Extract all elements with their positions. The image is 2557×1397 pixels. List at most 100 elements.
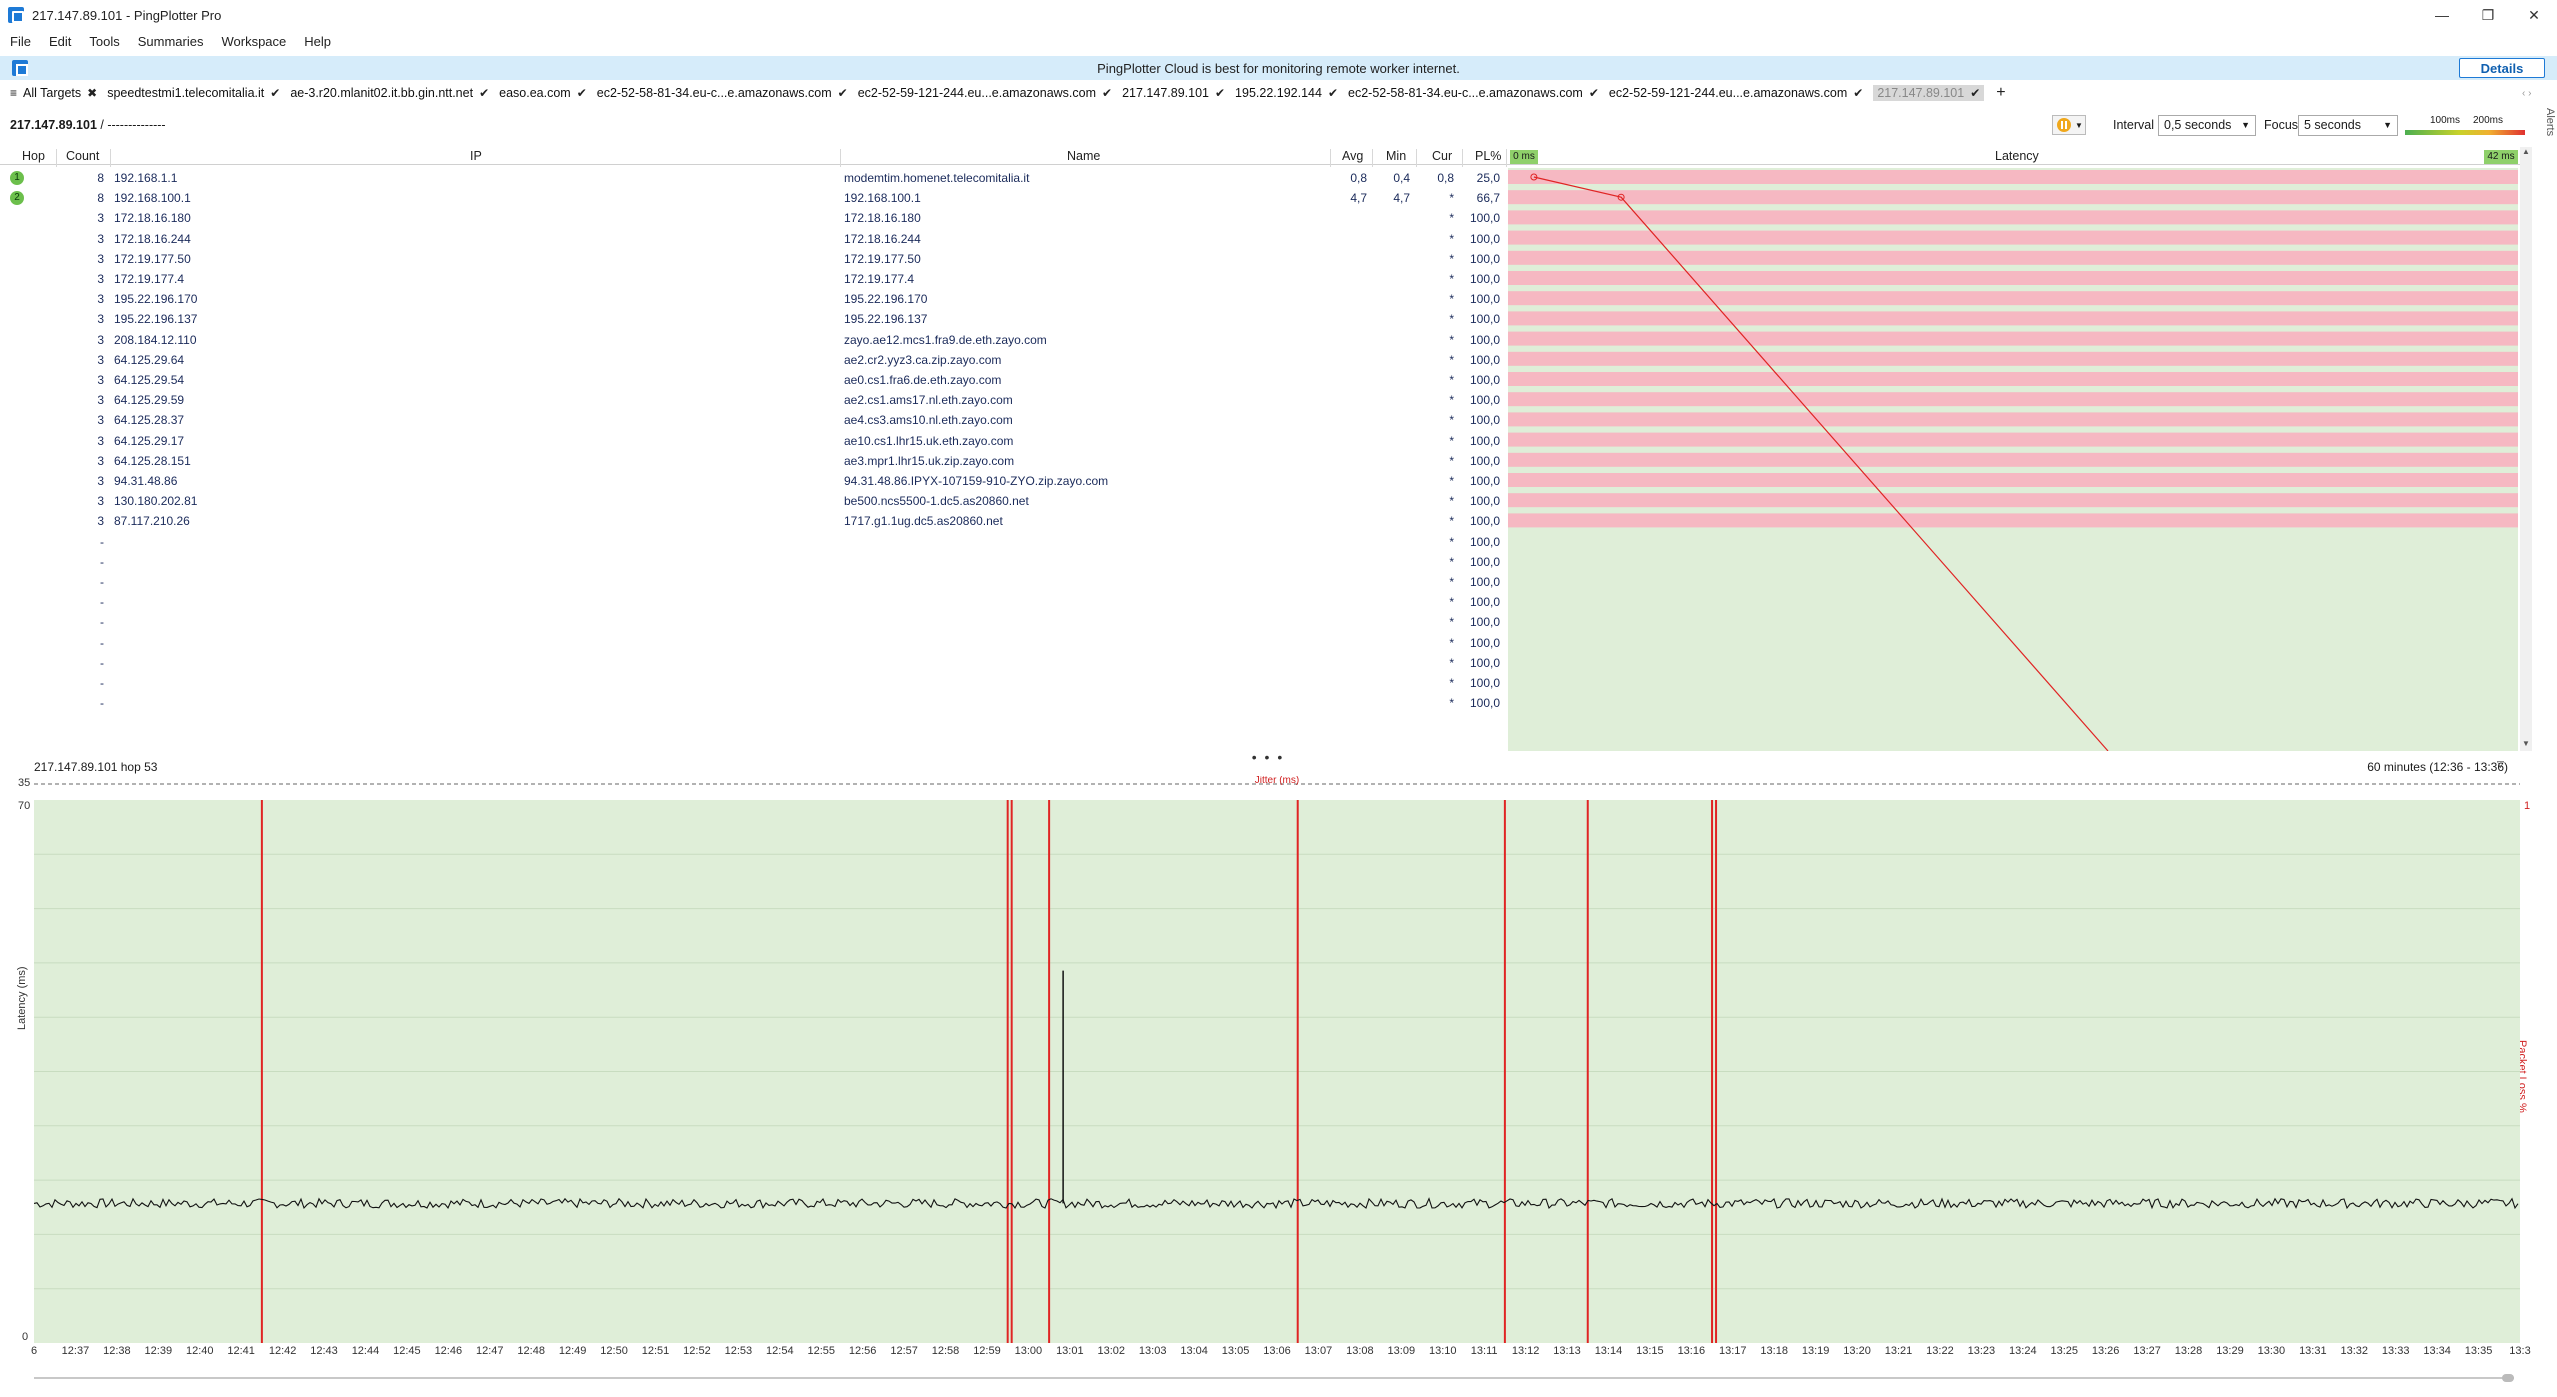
hop-row[interactable]: - * 100,0 <box>0 653 1505 673</box>
hamburger-icon[interactable]: ≡ <box>10 86 17 100</box>
close-icon[interactable]: ✖ <box>87 86 97 100</box>
hop-row[interactable]: 3 208.184.12.110 zayo.ae12.mcs1.fra9.de.et… <box>0 330 1505 350</box>
check-icon[interactable]: ✔ <box>1102 86 1112 100</box>
hop-row[interactable]: 3 172.18.16.180 172.18.16.180 * 100,0 <box>0 208 1505 228</box>
tab-target[interactable]: ec2-52-59-121-244.eu...e.amazonaws.com ✔ <box>858 86 1112 100</box>
hop-row[interactable]: 3 195.22.196.137 195.22.196.137 * 100,0 <box>0 309 1505 329</box>
hop-row[interactable]: 3 94.31.48.86 94.31.48.86.IPYX-107159-910-… <box>0 471 1505 491</box>
col-avg-header[interactable]: Avg <box>1342 149 1363 163</box>
hop-row[interactable]: 3 172.19.177.4 172.19.177.4 * 100,0 <box>0 269 1505 289</box>
check-icon[interactable]: ✔ <box>1853 86 1863 100</box>
tab-target[interactable]: speedtestmi1.telecomitalia.it ✔ <box>107 86 280 100</box>
tab-target[interactable]: easo.ea.com ✔ <box>499 86 587 100</box>
focus-select[interactable]: 5 seconds ▼ <box>2298 115 2398 136</box>
menu-help[interactable]: Help <box>304 34 331 49</box>
timeline-scrollbar[interactable] <box>34 1374 2514 1382</box>
tab-target[interactable]: ec2-52-58-81-34.eu-c...e.amazonaws.com ✔ <box>597 86 848 100</box>
hop-row[interactable]: 3 64.125.29.17 ae10.cs1.lhr15.uk.eth.zayo.… <box>0 431 1505 451</box>
check-icon[interactable]: ✔ <box>1589 86 1599 100</box>
hop-row[interactable]: 3 64.125.28.151 ae3.mpr1.lhr15.uk.zip.zayo… <box>0 451 1505 471</box>
tab-target[interactable]: 195.22.192.144 ✔ <box>1235 86 1338 100</box>
hop-cur: * <box>1449 635 1454 650</box>
packet-loss-bar <box>1508 412 2518 427</box>
hop-row[interactable]: 2 8 192.168.100.1 192.168.100.1 4,7 4,7 * 66,7 <box>0 188 1505 208</box>
hop-ip: 64.125.29.17 <box>114 433 185 448</box>
hop-row[interactable]: - * 100,0 <box>0 592 1505 612</box>
time-tick-label: 12:50 <box>600 1345 628 1357</box>
menu-tools[interactable]: Tools <box>89 34 119 49</box>
hop-count: - <box>100 554 104 569</box>
hops-scrollbar[interactable]: ▲ ▼ <box>2520 147 2532 751</box>
tab-target[interactable]: 217.147.89.101 ✔ <box>1122 86 1225 100</box>
hop-row[interactable]: - * 100,0 <box>0 633 1505 653</box>
col-latency-header[interactable]: Latency <box>1995 149 2039 163</box>
check-icon[interactable]: ✔ <box>838 86 848 100</box>
col-hop-header[interactable]: Hop <box>22 149 45 163</box>
alerts-panel-tab[interactable]: Alerts <box>2538 108 2556 148</box>
tab-target[interactable]: ae-3.r20.mlanit02.it.bb.gin.ntt.net ✔ <box>290 86 489 100</box>
pause-button[interactable]: ▼ <box>2052 115 2086 135</box>
col-ip-header[interactable]: IP <box>470 149 482 163</box>
check-icon[interactable]: ✔ <box>577 86 587 100</box>
hop-row[interactable]: 3 172.19.177.50 172.19.177.50 * 100,0 <box>0 249 1505 269</box>
hop-count: 3 <box>97 292 104 307</box>
close-button[interactable]: ✕ <box>2511 0 2557 30</box>
check-icon[interactable]: ✔ <box>270 86 280 100</box>
check-icon[interactable]: ✔ <box>1970 86 1980 100</box>
hop-packet-loss: 100,0 <box>1469 494 1500 509</box>
hop-row[interactable]: - * 100,0 <box>0 612 1505 632</box>
hop-row[interactable]: - * 100,0 <box>0 673 1505 693</box>
scroll-thumb[interactable] <box>2502 1374 2514 1382</box>
hop-row[interactable]: 3 64.125.29.64 ae2.cr2.yyz3.ca.zip.zayo.co… <box>0 350 1505 370</box>
packet-loss-bar <box>1508 250 2518 265</box>
hop-row[interactable]: - * 100,0 <box>0 532 1505 552</box>
minimize-button[interactable]: — <box>2419 0 2465 30</box>
hop-row[interactable]: 3 130.180.202.81 be500.ncs5500-1.dc5.as208… <box>0 491 1505 511</box>
col-min-header[interactable]: Min <box>1386 149 1406 163</box>
restore-button[interactable]: ❐ <box>2465 0 2511 30</box>
col-cur-header[interactable]: Cur <box>1432 149 1452 163</box>
hop-row[interactable]: 3 195.22.196.170 195.22.196.170 * 100,0 <box>0 289 1505 309</box>
menu-file[interactable]: File <box>10 34 31 49</box>
hop-row[interactable]: 3 87.117.210.26 1717.g1.1ug.dc5.as20860.ne… <box>0 511 1505 531</box>
hop-row[interactable]: - * 100,0 <box>0 693 1505 713</box>
add-tab-button[interactable]: + <box>1996 84 2005 102</box>
scroll-up-icon[interactable]: ▲ <box>2520 147 2532 159</box>
hop-cur: * <box>1449 272 1454 286</box>
check-icon[interactable]: ✔ <box>479 86 489 100</box>
hop-row[interactable]: 3 64.125.29.59 ae2.cs1.ams17.nl.eth.zayo.c… <box>0 390 1505 410</box>
col-pl-header[interactable]: PL% <box>1475 149 1501 163</box>
time-tick-label: 12:38 <box>103 1345 131 1357</box>
check-icon[interactable]: ✔ <box>1328 86 1338 100</box>
chevron-down-icon[interactable]: ▼ <box>2075 121 2083 130</box>
col-name-header[interactable]: Name <box>1067 149 1100 163</box>
tab-target[interactable]: All Targets ✖ <box>23 86 97 100</box>
tab-target[interactable]: ec2-52-58-81-34.eu-c...e.amazonaws.com ✔ <box>1348 86 1599 100</box>
tab-target[interactable]: ec2-52-59-121-244.eu...e.amazonaws.com ✔ <box>1609 86 1863 100</box>
tab-target[interactable]: 217.147.89.101 ✔ <box>1873 85 1985 101</box>
scroll-down-icon[interactable]: ▼ <box>2520 739 2532 751</box>
time-tick-label: 13:05 <box>1221 1345 1250 1357</box>
chevron-down-icon[interactable]: ▽ <box>2497 759 2504 770</box>
latency-timeline-chart[interactable] <box>34 800 2520 1343</box>
focus-value: 5 seconds <box>2304 118 2361 132</box>
hop-count: 3 <box>97 251 104 266</box>
hop-row[interactable]: - * 100,0 <box>0 552 1505 572</box>
check-icon[interactable]: ✔ <box>1215 86 1225 100</box>
hop-row[interactable]: 1 8 192.168.1.1 modemtim.homenet.telecomita… <box>0 168 1505 188</box>
timeline-range-select[interactable]: 60 minutes (12:36 - 13:36) <box>2367 760 2508 774</box>
hop-row[interactable]: - * 100,0 <box>0 572 1505 592</box>
hop-row[interactable]: 3 64.125.28.37 ae4.cs3.ams10.nl.eth.zayo.c… <box>0 410 1505 430</box>
tab-scroll-arrows-icon[interactable]: ‹ › <box>2522 88 2531 99</box>
interval-select[interactable]: 0,5 seconds ▼ <box>2158 115 2256 136</box>
hop-row[interactable]: 3 172.18.16.244 172.18.16.244 * 100,0 <box>0 229 1505 249</box>
menu-edit[interactable]: Edit <box>49 34 71 49</box>
menu-summaries[interactable]: Summaries <box>138 34 204 49</box>
y-axis-title: Latency (ms) <box>16 966 28 1030</box>
menu-workspace[interactable]: Workspace <box>221 34 286 49</box>
col-count-header[interactable]: Count <box>66 149 99 163</box>
details-button[interactable]: Details <box>2459 58 2545 78</box>
hops-table-header: Hop Count IP Name Avg Min Cur PL% Latenc… <box>0 147 2530 167</box>
time-tick-label: 13:14 <box>1594 1345 1623 1357</box>
hop-row[interactable]: 3 64.125.29.54 ae0.cs1.fra6.de.eth.zayo.co… <box>0 370 1505 390</box>
